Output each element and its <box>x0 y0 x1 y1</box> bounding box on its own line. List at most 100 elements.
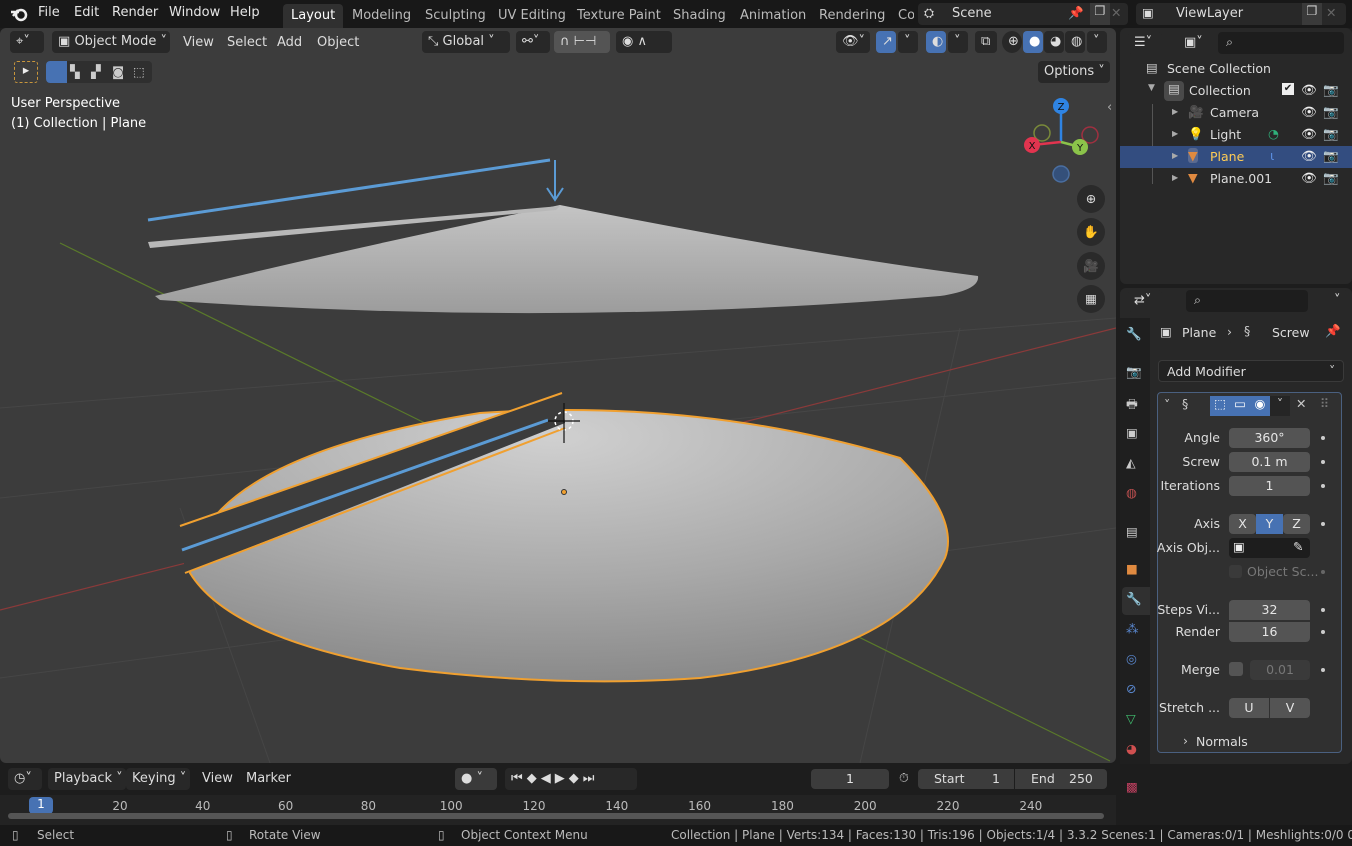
shading-dropdown[interactable]: ˅ <box>1087 31 1107 53</box>
wireframe-shading[interactable]: ⊕ <box>1002 31 1022 53</box>
menu-edit[interactable]: Edit <box>74 5 99 20</box>
scene-selector[interactable]: ⛭ Scene 📌 ❐ ✕ <box>918 3 1128 25</box>
menu-help[interactable]: Help <box>230 5 260 20</box>
selected-plane-object[interactable] <box>188 409 949 683</box>
modifier-menu-dropdown[interactable]: ˅ <box>1270 396 1290 416</box>
stretch-v-toggle[interactable]: V <box>1270 698 1310 718</box>
properties-editor-type[interactable]: ⇄˅ <box>1128 290 1162 312</box>
merge-checkbox[interactable] <box>1229 662 1243 676</box>
expand-arrow-icon[interactable]: ▶ <box>1172 107 1178 116</box>
outliner-row-plane[interactable]: ▶ ▼ Plane 👁 📷 <box>1120 146 1352 168</box>
jump-start-icon[interactable]: ⏮ <box>511 771 527 786</box>
iterations-field[interactable]: 1 <box>1229 476 1310 496</box>
keyframe-dot-render[interactable] <box>1321 630 1325 634</box>
eye-icon[interactable]: 👁 <box>1301 148 1317 164</box>
eye-icon[interactable]: 👁 <box>1301 170 1317 186</box>
keying-dropdown[interactable]: Keying ˅ <box>126 768 190 790</box>
keyframe-dot-axis[interactable] <box>1321 522 1325 526</box>
camera-view-icon[interactable]: 🎥 <box>1077 252 1105 280</box>
visibility-dropdown[interactable]: 👁˅ <box>836 31 870 53</box>
navigation-gizmo[interactable]: Z X Y <box>1018 92 1108 184</box>
timeline-editor-type[interactable]: ◷˅ <box>8 768 42 790</box>
steps-viewport-field[interactable]: 32 <box>1229 600 1310 620</box>
axis-z-button[interactable]: Z <box>1283 514 1310 534</box>
outliner-row-light[interactable]: ▶ 💡 Light 👁 📷 <box>1120 124 1352 146</box>
menu-object[interactable]: Object <box>317 35 359 50</box>
render-camera-icon[interactable]: 📷 <box>1323 104 1339 120</box>
view-layer-name[interactable]: ViewLayer <box>1176 6 1243 21</box>
new-scene-icon[interactable]: ❐ <box>1090 3 1110 25</box>
outliner-filter-dropdown[interactable]: ▣˅ <box>1178 32 1212 54</box>
properties-options-dropdown[interactable]: ˅ <box>1328 290 1348 312</box>
menu-select[interactable]: Select <box>227 35 267 50</box>
angle-field[interactable]: 360° <box>1229 428 1310 448</box>
stopwatch-icon[interactable]: ⏱ <box>899 770 909 786</box>
select-new-icon[interactable] <box>46 61 67 83</box>
proportional-edit-toggle[interactable]: ◉ ∧ <box>616 31 672 53</box>
select-tool-icon[interactable]: ▸ <box>14 61 38 83</box>
viewport-display-toggle-icon[interactable]: ▭ <box>1230 396 1250 416</box>
keyframe-dot-angle[interactable] <box>1321 436 1325 440</box>
keyframe-dot-screw[interactable] <box>1321 460 1325 464</box>
expand-arrow-icon[interactable]: ▼ <box>1148 83 1155 93</box>
select-invert-icon[interactable]: ◙ <box>112 64 124 79</box>
menu-file[interactable]: File <box>38 5 60 20</box>
options-dropdown[interactable]: Options ˅ <box>1038 61 1110 83</box>
blender-logo-icon[interactable] <box>10 6 28 22</box>
outliner-row-plane-001[interactable]: ▶ ▼ Plane.001 👁 📷 <box>1120 168 1352 190</box>
render-camera-icon[interactable]: 📷 <box>1323 148 1339 164</box>
stretch-u-toggle[interactable]: U <box>1229 698 1269 718</box>
end-frame-field[interactable]: End 250 <box>1015 769 1107 789</box>
object-tab-icon[interactable]: ■ <box>1126 561 1144 579</box>
new-view-layer-icon[interactable]: ❐ <box>1302 3 1322 25</box>
next-keyframe-icon[interactable]: ◆ <box>569 771 583 786</box>
3d-viewport[interactable]: ⌖˅ ▣ Object Mode ˅ View Select Add Objec… <box>0 28 1116 763</box>
edit-mode-toggle-icon[interactable]: ⬚ <box>1210 396 1230 416</box>
zoom-view-icon[interactable]: ⊕ <box>1077 185 1105 213</box>
cone-object[interactable] <box>155 205 979 314</box>
view-layer-tab-icon[interactable]: ▣ <box>1126 425 1144 443</box>
pin-icon[interactable]: 📌 <box>1068 5 1084 21</box>
tab-modeling[interactable]: Modeling <box>344 4 419 28</box>
close-view-layer-icon[interactable]: ✕ <box>1326 5 1336 20</box>
outliner-display-mode[interactable]: ☰˅ <box>1128 32 1162 54</box>
tab-layout[interactable]: Layout <box>283 4 344 28</box>
tab-sculpting[interactable]: Sculpting <box>417 4 494 28</box>
menu-render[interactable]: Render <box>112 5 158 20</box>
editor-type-button[interactable]: ⌖˅ <box>10 31 44 53</box>
pivot-dropdown[interactable]: ⚯˅ <box>516 31 550 53</box>
normals-expand-icon[interactable]: › <box>1183 733 1188 748</box>
prev-keyframe-icon[interactable]: ◆ <box>527 771 541 786</box>
solid-shading[interactable]: ● <box>1023 31 1043 53</box>
render-camera-icon[interactable]: 📷 <box>1323 82 1339 98</box>
mode-dropdown[interactable]: ▣ Object Mode ˅ <box>52 31 170 53</box>
add-modifier-dropdown[interactable]: Add Modifier ˅ <box>1158 360 1344 382</box>
expand-arrow-icon[interactable]: ▶ <box>1172 129 1178 138</box>
axis-x-button[interactable]: X <box>1229 514 1256 534</box>
outliner-search-input[interactable]: ⌕ <box>1218 32 1344 54</box>
play-reverse-icon[interactable]: ◀ <box>541 771 555 786</box>
output-tab-icon[interactable]: 🖶 <box>1126 395 1144 413</box>
scene-tab-icon[interactable]: ◭ <box>1126 455 1144 473</box>
timeline-menu-marker[interactable]: Marker <box>246 771 291 786</box>
data-tab-icon[interactable]: ▽ <box>1126 711 1144 729</box>
merge-threshold-field[interactable]: 0.01 <box>1250 660 1310 680</box>
select-extend-icon[interactable]: ▚ <box>70 64 80 79</box>
jump-end-icon[interactable]: ⏭ <box>583 771 599 786</box>
transform-orientation-dropdown[interactable]: ⤡ Global ˅ <box>422 31 510 53</box>
constraints-tab-icon[interactable]: ⊘ <box>1126 681 1144 699</box>
menu-window[interactable]: Window <box>169 5 220 20</box>
select-intersect-icon[interactable]: ⬚ <box>133 64 145 79</box>
xray-toggle[interactable]: ⧉ <box>975 31 997 53</box>
neg-z-axis-handle[interactable] <box>1052 165 1070 183</box>
current-frame-field[interactable]: 1 <box>811 769 889 789</box>
start-frame-field[interactable]: Start 1 <box>918 769 1014 789</box>
menu-add[interactable]: Add <box>277 35 302 50</box>
tab-animation[interactable]: Animation <box>732 4 814 28</box>
playhead[interactable]: 1 <box>29 797 53 814</box>
pan-hand-icon[interactable]: ✋ <box>1077 218 1105 246</box>
collapse-chevron-icon[interactable]: ˅ <box>1164 397 1170 412</box>
keyframe-dot-iterations[interactable] <box>1321 484 1325 488</box>
menu-view[interactable]: View <box>183 35 214 50</box>
expand-arrow-icon[interactable]: ▶ <box>1172 173 1178 182</box>
